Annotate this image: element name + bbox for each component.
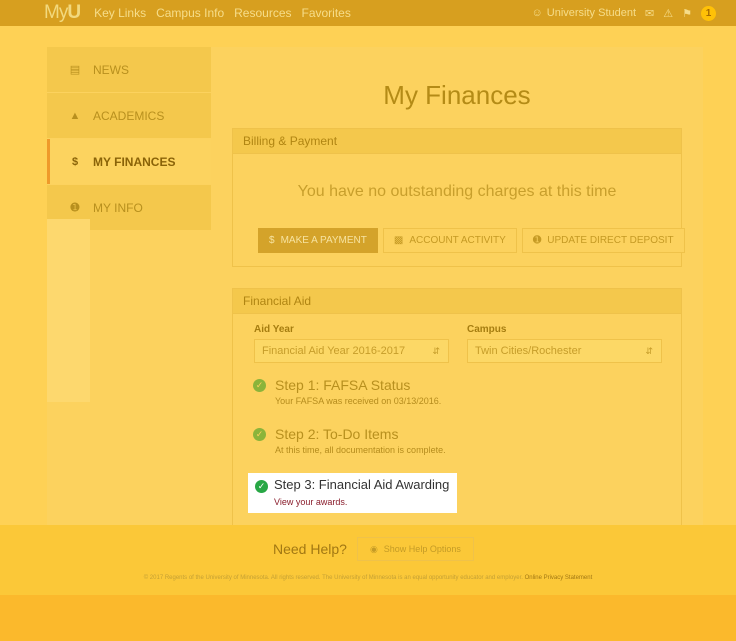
step-description: Your FAFSA was received on 03/13/2016. [275, 396, 442, 406]
page-container: ▤ NEWS ▲ ACADEMICS $ MY FINANCES ➊ MY IN… [47, 47, 703, 539]
nav-campus-info[interactable]: Campus Info [156, 6, 224, 20]
dollar-icon: $ [269, 235, 275, 246]
mail-icon[interactable]: ✉ [645, 7, 654, 20]
step-title: Step 2: To-Do Items [275, 426, 399, 442]
aid-year-select[interactable]: Financial Aid Year 2016-2017 ⇵ [254, 339, 449, 363]
billing-card: Billing & Payment You have no outstandin… [232, 128, 685, 267]
footer: Need Help? ◉ Show Help Options © 2017 Re… [0, 525, 736, 595]
billing-header: Billing & Payment [233, 129, 681, 154]
sidebar-item-label: MY FINANCES [93, 154, 176, 169]
copyright-text: © 2017 Regents of the University of Minn… [0, 575, 736, 581]
bottom-band [0, 595, 736, 641]
page-title: My Finances [383, 80, 531, 110]
check-circle-icon: ✓ [255, 480, 268, 493]
myu-logo[interactable]: MyU [44, 3, 81, 23]
notification-badge[interactable]: 1 [701, 5, 716, 21]
bar-chart-icon: ▩ [393, 235, 404, 246]
sidebar-item-label: MY INFO [93, 200, 143, 215]
nav-key-links[interactable]: Key Links [94, 6, 146, 20]
sidebar: ▤ NEWS ▲ ACADEMICS $ MY FINANCES ➊ MY IN… [47, 47, 211, 231]
help-button-label: Show Help Options [383, 544, 461, 554]
no-charges-message: You have no outstanding charges at this … [297, 183, 617, 200]
nav-favorites[interactable]: Favorites [302, 6, 351, 20]
sidebar-item-my-finances[interactable]: $ MY FINANCES [47, 139, 211, 184]
sidebar-item-news[interactable]: ▤ NEWS [47, 47, 211, 92]
step-financial-aid-awarding: ✓ Step 3: Financial Aid Awarding View yo… [248, 473, 457, 513]
sidebar-item-label: ACADEMICS [93, 108, 165, 123]
check-circle-icon: ✓ [253, 379, 266, 392]
dollar-icon: $ [71, 155, 79, 168]
user-icon: ☺ [531, 7, 543, 19]
aid-year-value: Financial Aid Year 2016-2017 [262, 345, 406, 357]
eye-icon: ◉ [369, 543, 378, 554]
flag-icon[interactable]: ⚑ [682, 7, 692, 20]
user-name: University Student [546, 7, 637, 19]
select-caret-icon: ⇵ [645, 345, 653, 356]
help-section: Need Help? ◉ Show Help Options [273, 537, 474, 561]
campus-value: Twin Cities/Rochester [475, 345, 582, 357]
sidebar-item-label: NEWS [93, 62, 129, 77]
show-help-options-button[interactable]: ◉ Show Help Options [356, 537, 474, 561]
step-description: At this time, all documentation is compl… [275, 445, 446, 455]
step-title: Step 1: FAFSA Status [275, 377, 411, 393]
update-direct-deposit-button[interactable]: ➊ UPDATE DIRECT DEPOSIT [521, 228, 685, 253]
make-payment-button[interactable]: $ MAKE A PAYMENT [258, 228, 378, 253]
campus-select[interactable]: Twin Cities/Rochester ⇵ [467, 339, 662, 363]
campus-label: Campus [467, 324, 507, 335]
alert-icon[interactable]: ⚠ [663, 7, 673, 20]
top-nav-bar: MyU Key Links Campus Info Resources Favo… [0, 0, 736, 26]
update-direct-deposit-label: UPDATE DIRECT DEPOSIT [547, 235, 674, 246]
privacy-statement-link[interactable]: Online Privacy Statement [525, 575, 593, 581]
newspaper-icon: ▤ [69, 64, 81, 76]
info-icon: ➊ [532, 235, 542, 246]
make-payment-label: MAKE A PAYMENT [280, 235, 367, 246]
view-awards-link[interactable]: View your awards. [274, 497, 347, 507]
help-title: Need Help? [273, 541, 347, 557]
account-activity-button[interactable]: ▩ ACCOUNT ACTIVITY [382, 228, 517, 253]
copyright-label: © 2017 Regents of the University of Minn… [143, 575, 523, 581]
select-caret-icon: ⇵ [432, 345, 440, 356]
sidebar-item-academics[interactable]: ▲ ACADEMICS [47, 93, 211, 138]
step-title: Step 3: Financial Aid Awarding [274, 477, 450, 492]
nav-resources[interactable]: Resources [234, 6, 291, 20]
graduation-cap-icon: ▲ [69, 109, 81, 122]
user-menu[interactable]: ☺ University Student [532, 7, 637, 19]
info-icon: ➊ [70, 202, 80, 214]
left-overlay-panel [47, 219, 90, 402]
account-activity-label: ACCOUNT ACTIVITY [409, 235, 506, 246]
aid-year-label: Aid Year [254, 324, 294, 335]
user-tools: ☺ University Student ✉ ⚠ ⚑ 1 [532, 0, 716, 26]
financial-aid-header: Financial Aid [233, 289, 681, 314]
main-content: My Finances Billing & Payment You have n… [232, 47, 685, 539]
check-circle-icon: ✓ [253, 428, 266, 441]
